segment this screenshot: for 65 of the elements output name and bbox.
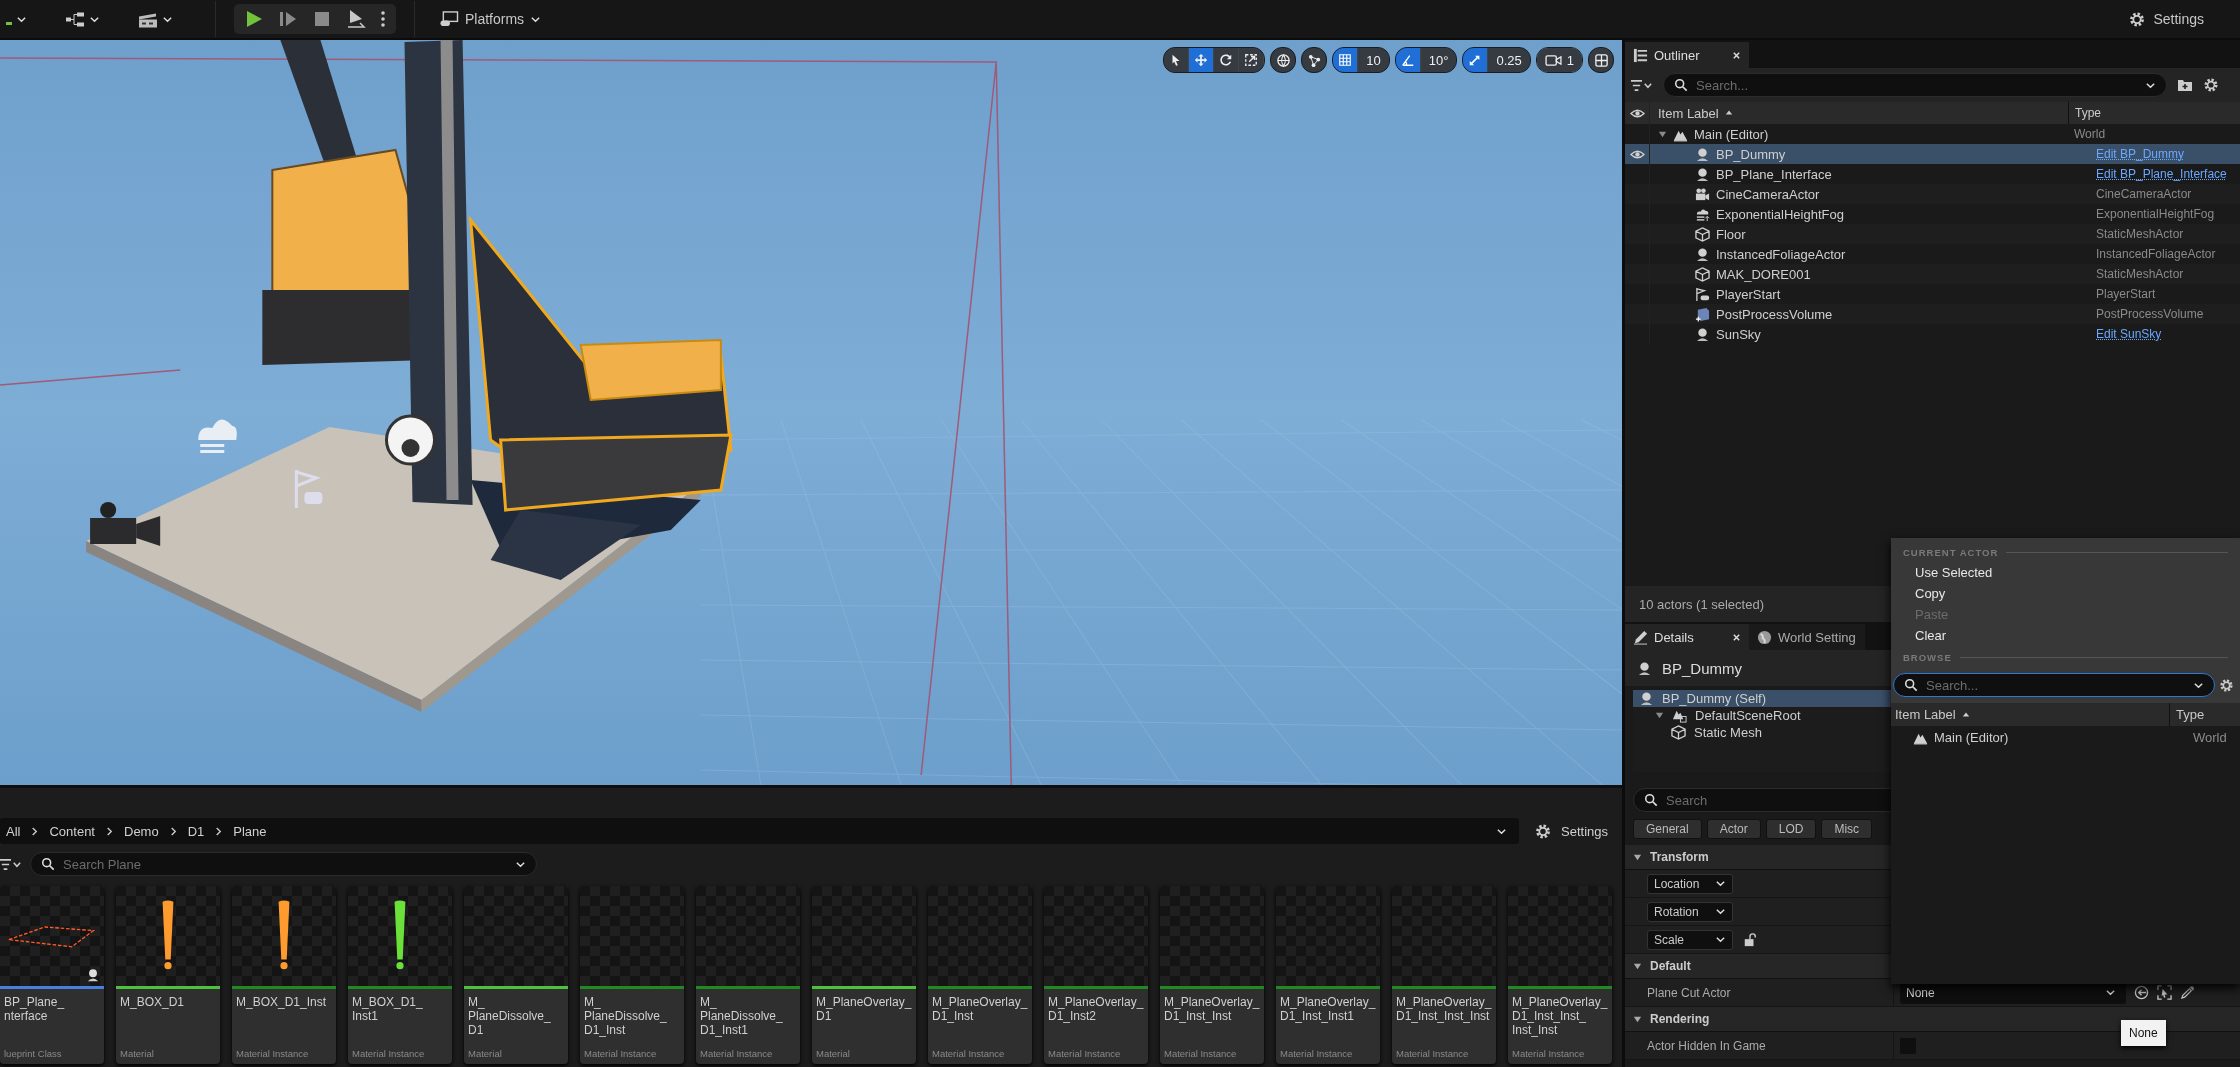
tab-label: World Setting <box>1778 629 1857 645</box>
item-label: Floor <box>1716 226 1746 242</box>
asset-name: M_PlaneDissolve_D1_Inst <box>583 994 668 1039</box>
asset-name: M_PlaneOverlay_D1_Inst2 <box>1047 994 1145 1025</box>
asset-name: M_PlaneOverlay_D1_Inst_Inst_Inst <box>1395 994 1493 1025</box>
menu-heading: CURRENT ACTOR <box>1903 547 1999 558</box>
actor-count: 10 actors (1 selected) <box>1639 596 1764 612</box>
asset-name: M_PlaneOverlay_D1_Inst_Inst_Inst_Inst <box>1511 994 1609 1039</box>
asset-type: Material Instance <box>583 1048 658 1061</box>
item-label: ExponentialHeightFog <box>1716 206 1844 222</box>
item-label: Main (Editor) <box>1934 730 2009 745</box>
item-label: BP_Plane_Interface <box>1716 166 1832 182</box>
asset-name: M_PlaneOverlay_D1_Inst_Inst1 <box>1279 994 1377 1025</box>
property-label: Plane Cut Actor <box>1647 985 1731 1000</box>
asset-type: Material <box>119 1048 155 1061</box>
tab-label: Outliner <box>1654 47 1701 63</box>
item-label: PostProcessVolume <box>1716 306 1833 322</box>
asset-name: M_PlaneDissolve_D1 <box>467 994 552 1039</box>
item-type: World <box>2193 730 2227 745</box>
menu-heading: BROWSE <box>1903 652 1952 663</box>
section-title: Rendering <box>1650 1012 1710 1026</box>
item-label: PlayerStart <box>1716 286 1781 302</box>
component-label: Static Mesh <box>1694 725 1762 740</box>
item-type: PostProcessVolume <box>2096 307 2204 321</box>
asset-name: BP_Plane_nterface <box>3 994 66 1025</box>
asset-name: M_PlaneDissolve_D1_Inst1 <box>699 994 784 1039</box>
item-type: StaticMeshActor <box>2096 227 2184 241</box>
item-label: BP_Dummy <box>1716 146 1786 162</box>
tooltip: None <box>2121 1020 2166 1046</box>
asset-name: M_BOX_D1 <box>119 994 186 1011</box>
asset-name: M_PlaneOverlay_D1_Inst <box>931 994 1029 1025</box>
asset-type: Material Instance <box>699 1048 774 1061</box>
asset-type: Material <box>815 1048 851 1061</box>
item-type: World <box>2074 127 2106 141</box>
item-label: SunSky <box>1716 326 1761 342</box>
asset-type: lueprint Class <box>3 1048 63 1061</box>
asset-type: Material <box>467 1048 503 1061</box>
asset-name: M_BOX_D1_Inst <box>235 994 328 1011</box>
asset-type: Material Instance <box>1395 1048 1470 1061</box>
item-type: StaticMeshActor <box>2096 267 2184 281</box>
asset-type: Material Instance <box>1163 1048 1238 1061</box>
section-title: Transform <box>1650 850 1709 864</box>
asset-type: Material Instance <box>235 1048 310 1061</box>
item-type: InstancedFoliageActor <box>2096 247 2216 261</box>
asset-name: M_BOX_D1_Inst1 <box>351 994 424 1025</box>
asset-type: Material Instance <box>351 1048 426 1061</box>
asset-type: Material Instance <box>1279 1048 1354 1061</box>
item-label: Main (Editor) <box>1694 126 1769 142</box>
section-title: Default <box>1650 959 1691 973</box>
asset-type: Material Instance <box>1511 1048 1586 1061</box>
item-type: PlayerStart <box>2096 287 2156 301</box>
item-type: ExponentialHeightFog <box>2096 207 2215 221</box>
item-label: InstancedFoliageActor <box>1716 246 1846 262</box>
item-type: CineCameraActor <box>2096 187 2192 201</box>
asset-name: M_PlaneOverlay_D1 <box>815 994 913 1025</box>
asset-type: Material Instance <box>1047 1048 1122 1061</box>
component-label: DefaultSceneRoot <box>1695 708 1801 723</box>
item-label: MAK_DORE001 <box>1716 266 1811 282</box>
actor-name: BP_Dummy <box>1662 659 1743 677</box>
property-label: Actor Hidden In Game <box>1647 1038 1766 1053</box>
item-label: CineCameraActor <box>1716 186 1820 202</box>
component-label: BP_Dummy (Self) <box>1662 691 1767 706</box>
asset-type: Material Instance <box>931 1048 1006 1061</box>
tab-label: Details <box>1654 629 1695 645</box>
asset-name: M_PlaneOverlay_D1_Inst_Inst <box>1163 994 1261 1025</box>
